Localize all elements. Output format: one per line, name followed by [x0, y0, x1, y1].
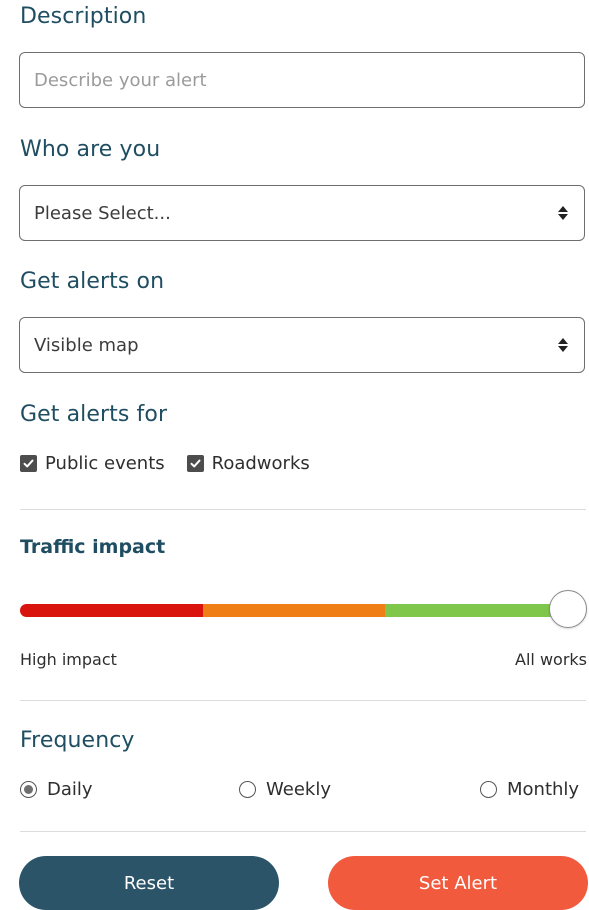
radio-label: Monthly [507, 779, 580, 800]
checkbox-label: Roadworks [211, 453, 310, 474]
slider-segment-low [385, 604, 568, 617]
frequency-heading: Frequency [20, 728, 135, 753]
description-input[interactable] [34, 69, 570, 91]
alert-type-checkboxes: Public events Roadworks [20, 453, 332, 474]
radio-button[interactable] [239, 781, 256, 798]
get-alerts-for-heading: Get alerts for [20, 402, 168, 427]
alert-form: Description Who are you Please Select...… [0, 0, 589, 910]
radio-weekly[interactable]: Weekly [239, 779, 331, 800]
checkmark-icon[interactable] [186, 455, 204, 472]
get-alerts-on-select[interactable]: Visible map [19, 317, 585, 373]
radio-button[interactable] [20, 781, 37, 798]
who-are-you-select[interactable]: Please Select... [19, 185, 585, 241]
description-field[interactable] [19, 52, 585, 108]
radio-label: Weekly [266, 779, 331, 800]
slider-segment-medium [202, 604, 386, 617]
divider [20, 831, 586, 832]
slider-segment-high [20, 604, 203, 617]
radio-monthly[interactable]: Monthly [480, 779, 579, 800]
set-alert-button[interactable]: Set Alert [328, 856, 588, 910]
radio-button[interactable] [480, 781, 497, 798]
slider-min-label: High impact [20, 650, 117, 669]
checkbox-label: Public events [45, 453, 165, 474]
radio-label: Daily [47, 779, 93, 800]
radio-selected-dot [24, 785, 33, 794]
get-alerts-on-heading: Get alerts on [20, 269, 165, 294]
radio-daily[interactable]: Daily [20, 779, 93, 800]
slider-max-label: All works [515, 650, 587, 669]
traffic-impact-heading: Traffic impact [20, 536, 166, 558]
who-are-you-heading: Who are you [20, 137, 161, 162]
traffic-impact-slider-handle[interactable] [549, 590, 587, 628]
divider [20, 700, 586, 701]
sort-arrows-icon [558, 338, 568, 352]
who-are-you-value: Please Select... [34, 202, 171, 224]
traffic-impact-slider-track[interactable] [20, 604, 568, 617]
description-heading: Description [20, 4, 147, 29]
divider [20, 509, 586, 510]
checkbox-public-events[interactable]: Public events [20, 453, 165, 474]
reset-button[interactable]: Reset [19, 856, 279, 910]
checkbox-roadworks[interactable]: Roadworks [186, 453, 310, 474]
sort-arrows-icon [558, 206, 568, 220]
checkmark-icon[interactable] [20, 455, 37, 472]
get-alerts-on-value: Visible map [34, 334, 139, 356]
